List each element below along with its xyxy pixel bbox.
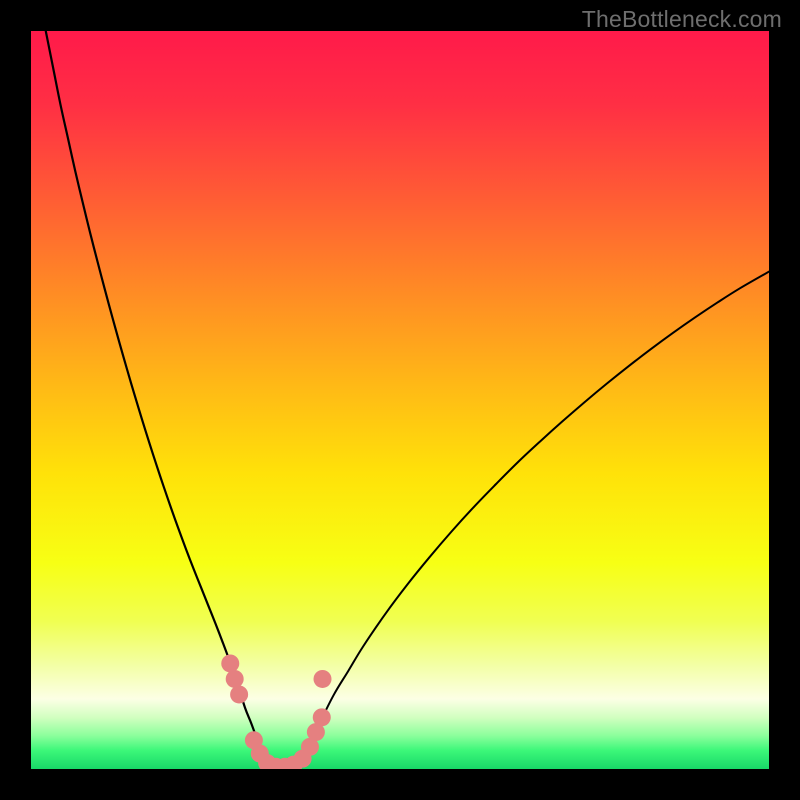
marker-valley-dots [226, 670, 244, 688]
series-right-branch [300, 272, 769, 766]
marker-valley-dots [314, 670, 332, 688]
plot-area [31, 31, 769, 769]
marker-valley-dots [230, 685, 248, 703]
frame: TheBottleneck.com [0, 0, 800, 800]
marker-valley-dots [221, 654, 239, 672]
series-left-branch [46, 31, 267, 765]
curves-layer [31, 31, 769, 769]
watermark-text: TheBottleneck.com [582, 6, 782, 33]
marker-valley-dots [313, 708, 331, 726]
